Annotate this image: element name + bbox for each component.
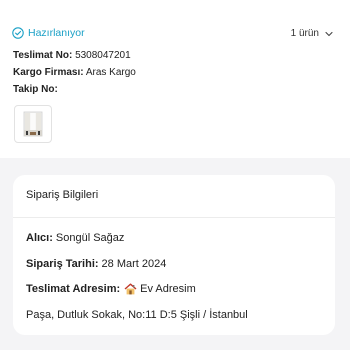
buyer-name: Songül Sağaz: [55, 232, 125, 244]
delivery-address-row: Teslimat Adresim: Ev Adresim: [26, 283, 196, 295]
order-summary-card: Hazırlanıyor 1 ürün Teslimat No: 5308047…: [0, 0, 350, 158]
delivery-number-row: Teslimat No: 5308047201: [13, 50, 131, 61]
card-title: Sipariş Bilgileri: [26, 189, 99, 201]
house-icon: [124, 283, 137, 295]
chevron-down-icon: [325, 31, 333, 36]
order-date: 28 Mart 2024: [101, 258, 167, 270]
tracking-number-row: Takip No:: [13, 84, 58, 95]
buyer-label: Alıcı:: [26, 232, 53, 244]
divider: [13, 217, 335, 218]
delivery-address-label: Teslimat Adresim:: [26, 283, 121, 295]
order-date-label: Sipariş Tarihi:: [26, 258, 99, 270]
order-details-card: Sipariş Bilgileri Alıcı: Songül Sağaz Si…: [13, 175, 335, 335]
cargo-company-row: Kargo Firması: Aras Kargo: [13, 67, 136, 78]
tracking-number-label: Takip No:: [13, 84, 58, 95]
address-name: Ev Adresim: [140, 283, 196, 295]
full-address: Paşa, Dutluk Sokak, No:11 D:5 Şişli / İs…: [26, 309, 248, 321]
item-count-toggle[interactable]: 1 ürün: [291, 28, 334, 39]
order-status: Hazırlanıyor: [12, 27, 85, 39]
product-image: [23, 111, 43, 137]
item-count: 1 ürün: [290, 28, 319, 39]
check-circle-icon: [12, 27, 24, 39]
cargo-company: Aras Kargo: [85, 67, 136, 78]
cargo-company-label: Kargo Firması:: [13, 67, 84, 78]
product-thumbnail[interactable]: [14, 105, 52, 143]
order-date-row: Sipariş Tarihi: 28 Mart 2024: [26, 258, 166, 270]
buyer-row: Alıcı: Songül Sağaz: [26, 232, 124, 244]
status-label: Hazırlanıyor: [28, 27, 85, 39]
delivery-number-label: Teslimat No:: [13, 50, 73, 61]
delivery-number: 5308047201: [75, 50, 131, 61]
